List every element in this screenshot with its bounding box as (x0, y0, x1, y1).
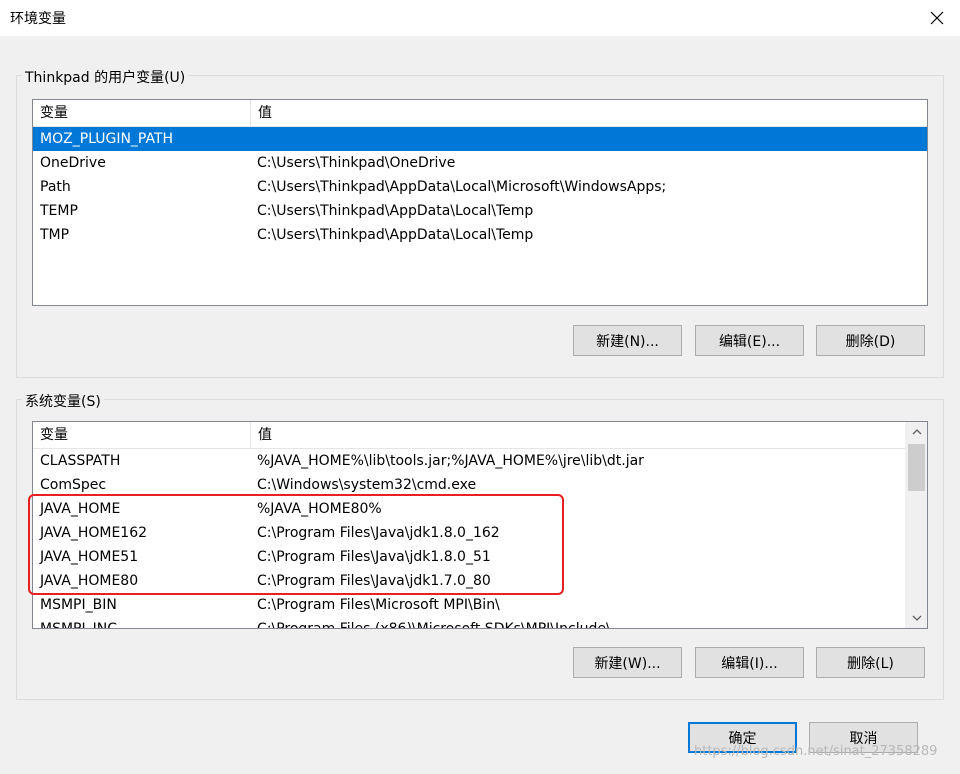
column-header-name[interactable]: 变量 (33, 422, 251, 448)
table-row[interactable]: Path C:\Users\Thinkpad\AppData\Local\Micr… (33, 175, 927, 199)
user-variables-list[interactable]: 变量 值 MOZ_PLUGIN_PATH OneDrive C:\Users\Thi… (32, 99, 928, 306)
user-variables-label: Thinkpad 的用户变量(U) (22, 67, 189, 87)
title-bar: 环境变量 (0, 0, 960, 36)
close-button[interactable] (914, 0, 960, 36)
table-row[interactable]: TEMP C:\Users\Thinkpad\AppData\Local\Temp (33, 199, 927, 223)
variable-name-cell: CLASSPATH (40, 453, 121, 469)
variable-name-cell: MSMPI_BIN (40, 597, 117, 613)
variable-value-cell: C:\Users\Thinkpad\AppData\Local\Temp (257, 227, 534, 243)
variable-name-cell: TMP (40, 227, 70, 243)
table-row[interactable]: OneDrive C:\Users\Thinkpad\OneDrive (33, 151, 927, 175)
variable-name-cell: MOZ_PLUGIN_PATH (40, 131, 174, 147)
variable-name-cell: TEMP (40, 203, 78, 219)
chevron-up-icon (912, 429, 921, 435)
variable-name-cell: Path (40, 179, 71, 195)
table-row[interactable]: CLASSPATH %JAVA_HOME%\lib\tools.jar;%JAVA… (33, 449, 906, 473)
table-row[interactable]: MOZ_PLUGIN_PATH (33, 127, 927, 151)
table-row[interactable]: MSMPI_BIN C:\Program Files\Microsoft MPI\… (33, 593, 906, 617)
scroll-down-button[interactable] (906, 608, 927, 628)
variable-value-cell: C:\Users\Thinkpad\AppData\Local\Microsof… (257, 179, 667, 195)
watermark: https://blog.csdn.net/sinat_27358289 (694, 744, 938, 759)
chevron-down-icon (912, 615, 921, 621)
table-row[interactable]: TMP C:\Users\Thinkpad\AppData\Local\Temp (33, 223, 927, 247)
variable-value-cell: C:\Users\Thinkpad\AppData\Local\Temp (257, 203, 534, 219)
system-delete-button[interactable]: 删除(L) (816, 647, 925, 678)
column-header-value[interactable]: 值 (251, 422, 906, 448)
window-title: 环境变量 (10, 11, 66, 27)
variable-value-cell: C:\Program Files (x86)\Microsoft SDKs\MP… (257, 621, 611, 629)
scroll-up-button[interactable] (906, 422, 927, 442)
user-variables-rows: MOZ_PLUGIN_PATH OneDrive C:\Users\Thinkpad… (33, 127, 927, 247)
variable-name-cell: MSMPI_INC (40, 621, 117, 629)
variable-name-cell: OneDrive (40, 155, 106, 171)
column-header-value[interactable]: 值 (251, 100, 927, 126)
user-edit-button[interactable]: 编辑(E)... (695, 325, 804, 356)
column-header-name[interactable]: 变量 (33, 100, 251, 126)
close-icon (930, 11, 944, 25)
scroll-thumb[interactable] (908, 444, 925, 491)
vertical-scrollbar[interactable] (905, 422, 927, 628)
variable-value-cell: C:\Program Files\Microsoft MPI\Bin\ (257, 597, 500, 613)
list-header: 变量 值 (33, 100, 927, 127)
system-new-button[interactable]: 新建(W)... (573, 647, 682, 678)
user-new-button[interactable]: 新建(N)... (573, 325, 682, 356)
system-edit-button[interactable]: 编辑(I)... (695, 647, 804, 678)
list-header: 变量 值 (33, 422, 906, 449)
table-row[interactable]: MSMPI_INC C:\Program Files (x86)\Microsof… (33, 617, 906, 629)
variable-value-cell: C:\Users\Thinkpad\OneDrive (257, 155, 456, 171)
user-delete-button[interactable]: 删除(D) (816, 325, 925, 356)
system-variables-label: 系统变量(S) (22, 391, 104, 411)
java-home-highlight (28, 494, 564, 595)
variable-value-cell: %JAVA_HOME%\lib\tools.jar;%JAVA_HOME%\jr… (257, 453, 644, 469)
